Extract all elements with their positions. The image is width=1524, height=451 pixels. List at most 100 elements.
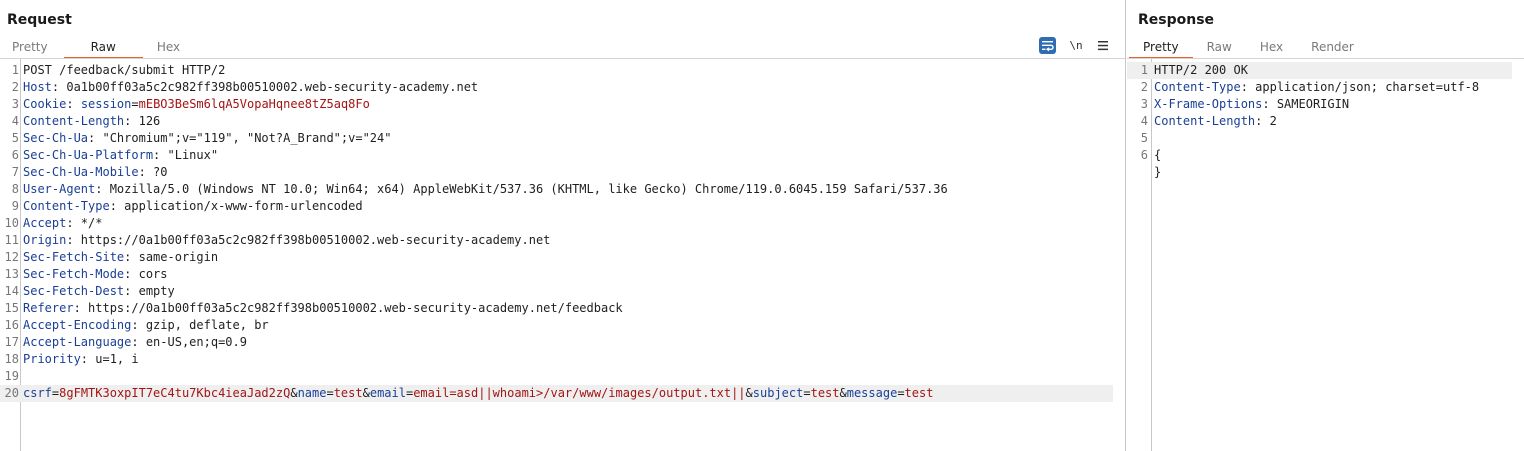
request-pane: Request Pretty Raw Hex \n 1 POST /feedba… [0,0,1125,451]
request-tab-raw[interactable]: Raw [63,38,143,59]
response-line[interactable]: } [1127,164,1524,181]
request-tabs: Pretty Raw Hex [0,38,194,59]
code-text: { [1154,148,1162,162]
request-line[interactable]: 15 Referer: https://0a1b00ff03a5c2c982ff3… [0,300,1125,317]
hamburger-menu-icon [1098,41,1108,51]
line-number: 11 [4,233,19,247]
request-toolbar: \n [1039,37,1110,54]
header-name: Content-Type [1154,80,1241,94]
response-tabs: Pretty Raw Hex Render [1129,38,1368,59]
code-text: : en-US,en;q=0.9 [131,335,247,349]
line-number: 5 [1140,131,1148,145]
line-content: Priority: u=1, i [23,351,139,368]
param-value: test [810,386,840,400]
line-number: 15 [4,301,19,315]
line-content: } [1154,164,1161,181]
line-content: Referer: https://0a1b00ff03a5c2c982ff398… [23,300,623,317]
line-content: Sec-Ch-Ua-Platform: "Linux" [23,147,218,164]
line-content: Accept-Language: en-US,en;q=0.9 [23,334,247,351]
options-menu-button[interactable] [1096,37,1110,54]
param-name: name [297,386,327,400]
response-tab-render[interactable]: Render [1297,38,1368,59]
code-text: : u=1, i [80,352,139,366]
line-number: 3 [1140,97,1148,111]
header-name: Priority [23,352,81,366]
code-text: & [839,386,847,400]
code-text: & [290,386,298,400]
request-line[interactable]: 16 Accept-Encoding: gzip, deflate, br [0,317,1125,334]
code-text: & [362,386,370,400]
line-number: 14 [4,284,19,298]
response-line[interactable]: 4 Content-Length: 2 [1127,113,1524,130]
line-number: 6 [11,148,19,162]
line-content: Sec-Ch-Ua-Mobile: ?0 [23,164,168,181]
param-name: session [80,97,132,111]
line-number: 1 [11,63,19,77]
line-number: 7 [11,165,19,179]
request-line[interactable]: 13 Sec-Fetch-Mode: cors [0,266,1125,283]
response-line[interactable]: 3 X-Frame-Options: SAMEORIGIN [1127,96,1524,113]
response-line[interactable]: 6{ [1127,147,1524,164]
line-number: 13 [4,267,19,281]
request-line[interactable]: 12 Sec-Fetch-Site: same-origin [0,249,1125,266]
line-number: 16 [4,318,19,332]
code-text: : 2 [1255,114,1277,128]
line-number: 20 [4,386,19,400]
request-line[interactable]: 18 Priority: u=1, i [0,351,1125,368]
response-tab-pretty[interactable]: Pretty [1129,38,1193,59]
line-content: Accept-Encoding: gzip, deflate, br [23,317,269,334]
request-line[interactable]: 2 Host: 0a1b00ff03a5c2c982ff398b00510002.… [0,79,1125,96]
show-newlines-button[interactable]: \n [1068,37,1084,54]
response-editor[interactable]: 1 HTTP/2 200 OK 2 Content-Type: application… [1127,59,1524,451]
response-lines: 1 HTTP/2 200 OK 2 Content-Type: application… [1127,62,1524,181]
code-text: : 126 [124,114,161,128]
header-name: Sec-Fetch-Dest [23,284,125,298]
header-name: X-Frame-Options [1154,97,1263,111]
request-line[interactable]: 11 Origin: https://0a1b00ff03a5c2c982ff39… [0,232,1125,249]
request-line[interactable]: 17 Accept-Language: en-US,en;q=0.9 [0,334,1125,351]
request-line[interactable]: 8 User-Agent: Mozilla/5.0 (Windows NT 10.… [0,181,1125,198]
wrap-lines-button[interactable] [1039,37,1056,54]
request-tab-hex[interactable]: Hex [143,38,194,59]
request-line[interactable]: 20 csrf=8gFMTK3oxpIT7eC4tu7Kbc4ieaJad2zQ&… [0,385,1113,402]
param-value: 8gFMTK3oxpIT7eC4tu7Kbc4ieaJad2zQ [59,386,291,400]
response-tab-hex[interactable]: Hex [1246,38,1297,59]
code-text: = [131,97,139,111]
request-line[interactable]: 6 Sec-Ch-Ua-Platform: "Linux" [0,147,1125,164]
code-text: : [66,97,81,111]
request-line[interactable]: 14 Sec-Fetch-Dest: empty [0,283,1125,300]
line-content: Sec-Fetch-Dest: empty [23,283,175,300]
code-text: } [1154,165,1162,179]
line-number: 4 [11,114,19,128]
code-text: : application/x-www-form-urlencoded [109,199,363,213]
line-number: 9 [11,199,19,213]
header-name: Origin [23,233,67,247]
request-line[interactable]: 5 Sec-Ch-Ua: "Chromium";v="119", "Not?A_B… [0,130,1125,147]
code-text: : 0a1b00ff03a5c2c982ff398b00510002.web-s… [51,80,479,94]
param-name: email [369,386,406,400]
request-line[interactable]: 1 POST /feedback/submit HTTP/2 [0,62,1125,79]
response-tab-raw[interactable]: Raw [1193,38,1246,59]
request-line[interactable]: 10 Accept: */* [0,215,1125,232]
response-line[interactable]: 1 HTTP/2 200 OK [1127,62,1512,79]
line-number: 6 [1140,148,1148,162]
request-line[interactable]: 7 Sec-Ch-Ua-Mobile: ?0 [0,164,1125,181]
request-tab-pretty[interactable]: Pretty [0,38,64,59]
response-line[interactable]: 2 Content-Type: application/json; charset… [1127,79,1524,96]
code-text: POST /feedback/submit HTTP/2 [23,63,226,77]
param-value: test [904,386,934,400]
line-content: csrf=8gFMTK3oxpIT7eC4tu7Kbc4ieaJad2zQ&na… [23,385,933,402]
request-line[interactable]: 9 Content-Type: application/x-www-form-ur… [0,198,1125,215]
line-content: Content-Type: application/x-www-form-url… [23,198,363,215]
param-name: subject [752,386,804,400]
header-name: Accept [23,216,67,230]
response-line[interactable]: 5 [1127,130,1524,147]
code-text: : gzip, deflate, br [131,318,269,332]
request-line[interactable]: 4 Content-Length: 126 [0,113,1125,130]
pane-divider[interactable] [1125,0,1126,451]
request-line[interactable]: 19 [0,368,1125,385]
request-editor[interactable]: 1 POST /feedback/submit HTTP/2 2 Host: 0a1b… [0,59,1125,451]
header-name: User-Agent [23,182,96,196]
request-line[interactable]: 3 Cookie: session=mEBO3BeSm6lqA5VopaHqnee… [0,96,1125,113]
line-number: 2 [11,80,19,94]
